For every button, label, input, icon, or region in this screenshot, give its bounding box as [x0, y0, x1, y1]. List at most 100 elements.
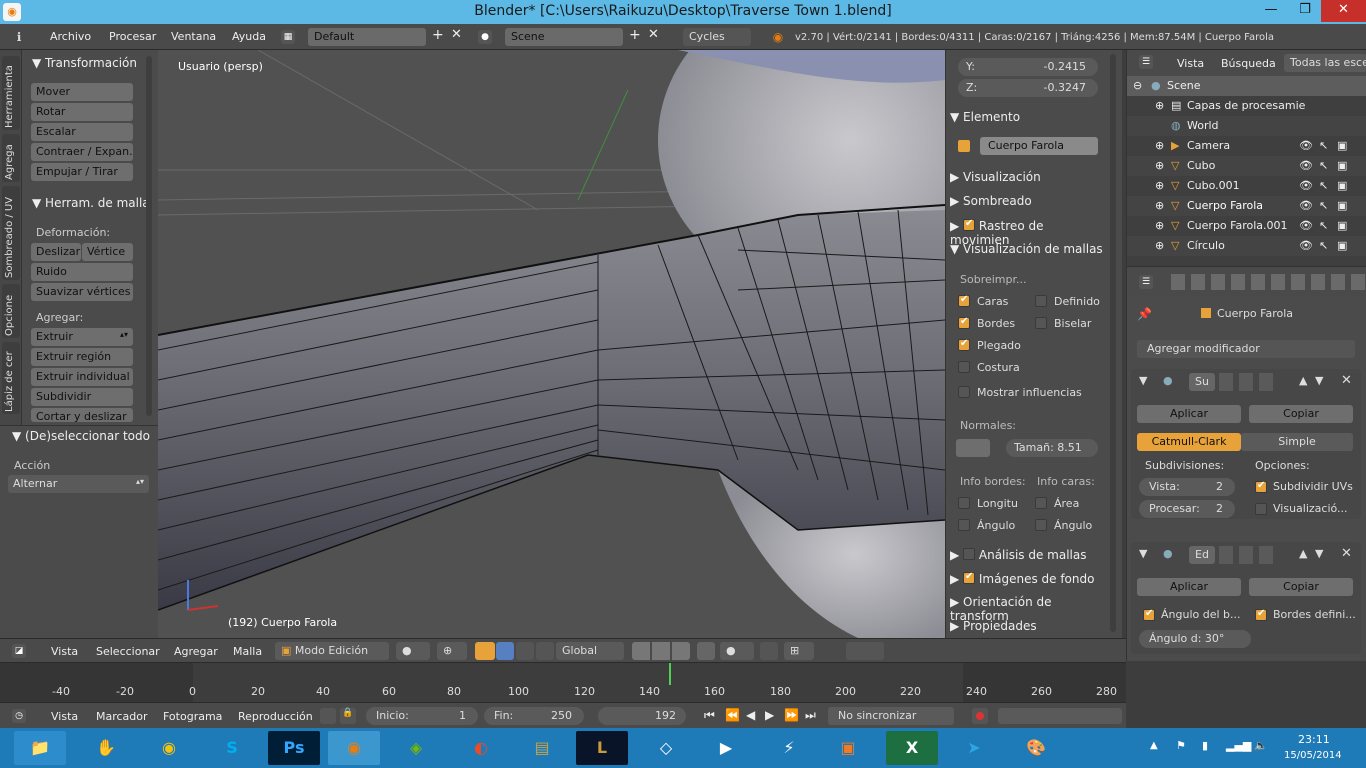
- subdivide-button[interactable]: Subdividir: [31, 388, 133, 406]
- excel-icon[interactable]: X: [886, 731, 938, 765]
- sharp-checkbox[interactable]: [1035, 295, 1047, 307]
- viewport-shading-select[interactable]: ●: [396, 642, 430, 660]
- normals-buttons[interactable]: [956, 439, 990, 457]
- copy-subsurf-button[interactable]: Copiar: [1249, 405, 1353, 423]
- translate-manipulator[interactable]: [496, 642, 514, 660]
- scene-icon[interactable]: ●: [478, 30, 492, 44]
- photoshop-icon[interactable]: Ps: [268, 731, 320, 765]
- eye-icon[interactable]: 👁: [1299, 179, 1313, 192]
- render-engine-select[interactable]: Cycles: [683, 28, 751, 46]
- background-images-panel-header[interactable]: ▶ Imágenes de fondo: [950, 571, 1106, 586]
- item-name-field[interactable]: Cuerpo Farola: [980, 137, 1098, 155]
- operator-panel-header[interactable]: ▼ (De)seleccionar todo: [12, 429, 150, 443]
- mesh-menu[interactable]: Malla: [233, 645, 262, 658]
- tab-agregar[interactable]: Agrega: [2, 134, 20, 182]
- face-angle-checkbox[interactable]: [1035, 519, 1047, 531]
- normal-size-field[interactable]: Tamañ: 8.51: [1006, 439, 1098, 457]
- add-layout-icon[interactable]: +: [432, 27, 444, 43]
- shrink-fatten-button[interactable]: Contraer / Expan...: [31, 143, 133, 161]
- outliner-row-cubo[interactable]: ⊕ ▽ Cubo 👁 ↖ ▣: [1127, 156, 1366, 176]
- jump-start-icon[interactable]: ⏮: [704, 708, 715, 723]
- file-explorer-icon[interactable]: 📁: [14, 731, 66, 765]
- cursor-icon[interactable]: ↖: [1319, 239, 1328, 252]
- mesh-display-panel-header[interactable]: ▼ Visualización de mallas: [950, 242, 1106, 256]
- close-button[interactable]: ✕: [1321, 0, 1366, 22]
- proportional-edit-select[interactable]: ●: [720, 642, 754, 660]
- edges-checkbox[interactable]: [958, 316, 970, 329]
- select-menu[interactable]: Seleccionar: [96, 645, 160, 658]
- transform-panel-header[interactable]: ▼ Transformación: [32, 56, 137, 70]
- play-reverse-icon[interactable]: ◀: [746, 708, 755, 722]
- collapse-arrow-icon[interactable]: ▼: [1139, 374, 1147, 387]
- cursor-icon[interactable]: ↖: [1319, 199, 1328, 212]
- extrude-button[interactable]: Extruir ▴▾: [31, 328, 133, 346]
- jump-keyframe-back-icon[interactable]: ⏪: [725, 708, 740, 722]
- battery-icon[interactable]: ▮: [1202, 739, 1208, 752]
- move-up-icon[interactable]: ▲: [1299, 374, 1307, 387]
- 3d-viewport[interactable]: Usuario (persp) (192) Cuerpo Farola: [158, 50, 945, 638]
- scene-field[interactable]: Scene: [505, 28, 623, 46]
- move-down-icon[interactable]: ▼: [1315, 374, 1323, 387]
- 3d-view-editor-icon[interactable]: ◪: [12, 644, 26, 658]
- loop-cut-slide-button[interactable]: Cortar y deslizar: [31, 408, 133, 422]
- eye-icon[interactable]: 👁: [1299, 199, 1313, 212]
- context-tabs[interactable]: [1171, 274, 1365, 290]
- outliner-row-cuerpo-farola-001[interactable]: ⊕ ▽ Cuerpo Farola.001 👁 ↖ ▣: [1127, 216, 1366, 236]
- delete-scene-icon[interactable]: ✕: [648, 27, 659, 42]
- noise-button[interactable]: Ruido: [31, 263, 133, 281]
- apply-edgesplit-button[interactable]: Aplicar: [1137, 578, 1241, 596]
- blender-taskbar-icon[interactable]: ◉: [328, 731, 380, 765]
- menu-ayuda[interactable]: Ayuda: [232, 30, 266, 43]
- volume-icon[interactable]: 🔈: [1254, 739, 1268, 752]
- motion-tracking-checkbox[interactable]: [963, 218, 976, 231]
- nvidia-icon[interactable]: ◈: [390, 731, 442, 765]
- add-modifier-select[interactable]: Agregar modificador: [1137, 340, 1355, 358]
- modifier-display-toggles[interactable]: [1219, 546, 1279, 564]
- lightning-app-icon[interactable]: ⚡: [763, 731, 815, 765]
- subdivide-uvs-checkbox[interactable]: [1255, 480, 1267, 493]
- scale-button[interactable]: Escalar: [31, 123, 133, 141]
- view-levels-field[interactable]: Vista: 2: [1139, 478, 1235, 496]
- transform-orientation-select[interactable]: Global: [556, 642, 624, 660]
- properties-panel-header[interactable]: ▶ Propiedades: [950, 619, 1106, 633]
- clock-date[interactable]: 15/05/2014: [1284, 750, 1342, 761]
- start-frame-field[interactable]: Inicio: 1: [366, 707, 478, 725]
- cursor-icon[interactable]: ↖: [1319, 159, 1328, 172]
- move-up-icon[interactable]: ▲: [1299, 547, 1307, 560]
- render-icon[interactable]: ▣: [1337, 219, 1347, 232]
- location-z-field[interactable]: Z: -0.3247: [958, 79, 1098, 97]
- lock-icon[interactable]: 🔒: [340, 708, 356, 724]
- marker-menu[interactable]: Marcador: [96, 710, 148, 723]
- outliner-row-camera[interactable]: ⊕ ▶ Camera 👁 ↖ ▣: [1127, 136, 1366, 156]
- subsurf-name-field[interactable]: Su: [1189, 373, 1215, 391]
- weights-checkbox[interactable]: [958, 386, 970, 398]
- remove-modifier-icon[interactable]: ✕: [1341, 373, 1352, 388]
- timeline-editor-icon[interactable]: ◷: [12, 709, 26, 723]
- preview-range-toggle[interactable]: [320, 708, 336, 724]
- menu-procesar[interactable]: Procesar: [109, 30, 156, 43]
- telegram-icon[interactable]: ➤: [948, 731, 1000, 765]
- edge-length-checkbox[interactable]: [958, 497, 970, 509]
- menu-archivo[interactable]: Archivo: [50, 30, 91, 43]
- outliner-row-cuerpo-farola[interactable]: ⊕ ▽ Cuerpo Farola 👁 ↖ ▣: [1127, 196, 1366, 216]
- rotate-manipulator[interactable]: [516, 642, 534, 660]
- slide-vertex-button[interactable]: Vértice: [82, 243, 133, 261]
- frame-menu[interactable]: Fotograma: [163, 710, 222, 723]
- edgesplit-name-field[interactable]: Ed: [1189, 546, 1215, 564]
- apply-subsurf-button[interactable]: Aplicar: [1137, 405, 1241, 423]
- properties-editor-icon[interactable]: ☰: [1139, 275, 1153, 289]
- eye-icon[interactable]: 👁: [1299, 239, 1313, 252]
- item-panel-header[interactable]: ▼ Elemento: [950, 110, 1106, 124]
- play-icon[interactable]: ▶: [765, 708, 774, 722]
- render-icon[interactable]: ▣: [1337, 159, 1347, 172]
- outliner-row-circulo[interactable]: ⊕ ▽ Círculo 👁 ↖ ▣: [1127, 236, 1366, 256]
- render-levels-field[interactable]: Procesar: 2: [1139, 500, 1235, 518]
- tab-lapiz-de-cera[interactable]: Lápiz de cer: [2, 342, 20, 414]
- extrude-region-button[interactable]: Extruir región: [31, 348, 133, 366]
- info-editor-icon[interactable]: ℹ: [12, 30, 26, 44]
- minimize-button[interactable]: —: [1254, 0, 1288, 22]
- current-frame-indicator[interactable]: [669, 663, 671, 685]
- sharp-edges-checkbox[interactable]: [1255, 608, 1267, 621]
- slide-edge-button[interactable]: Deslizar: [31, 243, 81, 261]
- remove-modifier-icon[interactable]: ✕: [1341, 546, 1352, 561]
